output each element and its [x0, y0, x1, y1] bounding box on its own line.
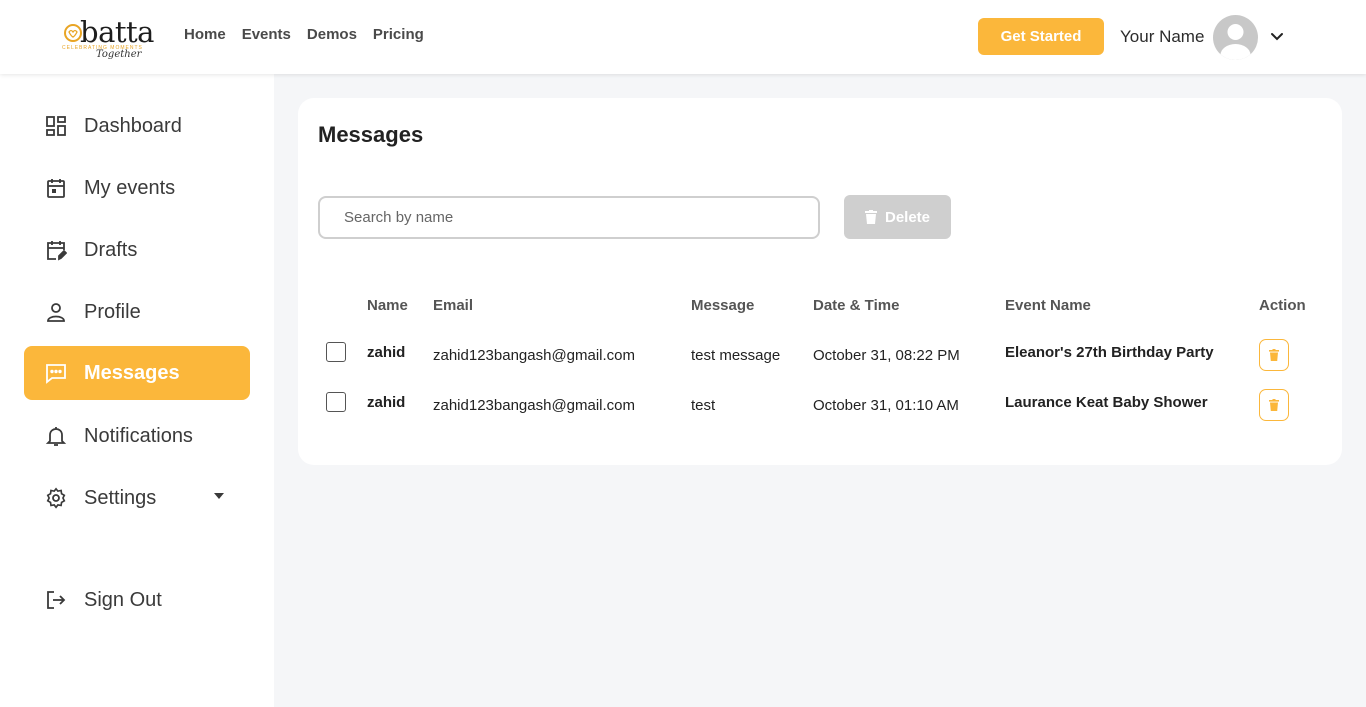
- row-delete-button[interactable]: [1259, 339, 1289, 371]
- bell-icon: [44, 424, 68, 448]
- row-message: test: [691, 397, 716, 414]
- trash-icon: [1269, 399, 1279, 411]
- column-header-datetime[interactable]: Date & Time: [813, 297, 899, 314]
- sidebar-item-my-events[interactable]: My events: [24, 161, 250, 215]
- nav-pricing[interactable]: Pricing: [373, 26, 424, 43]
- row-checkbox[interactable]: [326, 392, 346, 412]
- user-icon: [44, 300, 68, 324]
- avatar[interactable]: [1213, 15, 1258, 60]
- nav-events[interactable]: Events: [242, 26, 291, 43]
- sidebar-item-label: Profile: [84, 300, 141, 323]
- sidebar-item-sign-out[interactable]: Sign Out: [24, 573, 250, 627]
- sidebar-item-settings[interactable]: Settings: [24, 471, 250, 525]
- message-icon: [44, 361, 68, 385]
- delete-button[interactable]: Delete: [844, 195, 951, 239]
- trash-icon: [864, 210, 877, 224]
- row-email: zahid123bangash@gmail.com: [433, 397, 636, 414]
- dashboard-icon: [44, 114, 68, 138]
- row-name: zahid: [367, 344, 406, 361]
- trash-icon: [1269, 349, 1279, 361]
- column-header-action: Action: [1259, 297, 1306, 314]
- logo-text: batta: [80, 15, 154, 49]
- sidebar-item-label: Drafts: [84, 238, 138, 261]
- row-event-name: Eleanor's 27th Birthday Party: [1005, 344, 1214, 361]
- gear-icon: [44, 486, 68, 510]
- search-input[interactable]: [318, 196, 820, 239]
- sidebar: Dashboard My events Drafts Profile Messa…: [0, 74, 274, 707]
- row-datetime: October 31, 08:22 PM: [813, 347, 960, 364]
- sign-out-icon: [44, 588, 68, 612]
- column-header-email[interactable]: Email: [433, 297, 473, 314]
- column-header-name[interactable]: Name: [367, 297, 408, 314]
- row-event-name: Laurance Keat Baby Shower: [1005, 394, 1208, 411]
- sidebar-item-notifications[interactable]: Notifications: [24, 409, 250, 463]
- caret-down-icon[interactable]: [214, 493, 224, 499]
- sidebar-item-label: Notifications: [84, 424, 193, 447]
- sidebar-item-dashboard[interactable]: Dashboard: [24, 99, 250, 153]
- avatar-user-icon: [1220, 24, 1251, 60]
- sidebar-item-label: My events: [84, 176, 176, 199]
- user-name[interactable]: Your Name: [1120, 27, 1204, 47]
- chevron-down-icon[interactable]: [1268, 28, 1286, 46]
- top-header: batta CELEBRATING MOMENTS Together Home …: [0, 0, 1366, 74]
- row-delete-button[interactable]: [1259, 389, 1289, 421]
- sidebar-item-messages[interactable]: Messages: [24, 346, 250, 400]
- sidebar-item-label: Messages: [84, 361, 180, 384]
- calendar-icon: [44, 176, 68, 200]
- main-nav: Home Events Demos Pricing: [184, 26, 424, 43]
- row-message: test message: [691, 347, 781, 364]
- messages-card: Messages Delete Name Email Message Date …: [298, 98, 1342, 465]
- get-started-button[interactable]: Get Started: [978, 18, 1104, 55]
- nav-demos[interactable]: Demos: [307, 26, 357, 43]
- sidebar-item-label: Dashboard: [84, 114, 182, 137]
- row-datetime: October 31, 01:10 AM: [813, 397, 959, 414]
- sidebar-item-label: Sign Out: [84, 588, 162, 611]
- calendar-edit-icon: [44, 238, 68, 262]
- row-name: zahid: [367, 394, 406, 411]
- nav-home[interactable]: Home: [184, 26, 226, 43]
- row-checkbox[interactable]: [326, 342, 346, 362]
- batta-logo[interactable]: batta CELEBRATING MOMENTS Together: [62, 16, 162, 64]
- delete-button-label: Delete: [884, 208, 931, 226]
- column-header-event[interactable]: Event Name: [1005, 297, 1091, 314]
- page-title: Messages: [318, 122, 424, 147]
- sidebar-item-profile[interactable]: Profile: [24, 285, 250, 339]
- sidebar-item-drafts[interactable]: Drafts: [24, 223, 250, 277]
- sidebar-item-label: Settings: [84, 486, 157, 509]
- logo-script: Together: [96, 49, 142, 60]
- row-email: zahid123bangash@gmail.com: [433, 347, 636, 364]
- column-header-message[interactable]: Message: [691, 297, 754, 314]
